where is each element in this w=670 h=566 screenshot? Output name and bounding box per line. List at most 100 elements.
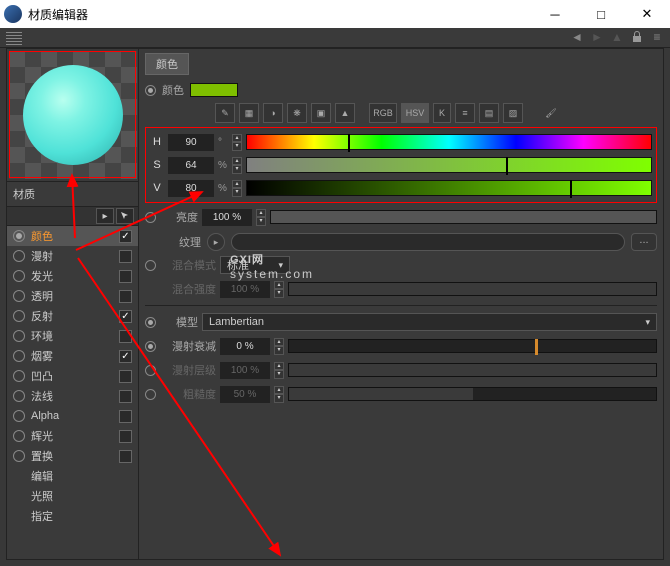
channel-row-10[interactable]: 辉光 bbox=[7, 426, 138, 446]
channel-checkbox[interactable]: ✓ bbox=[119, 310, 132, 323]
channel-radio[interactable] bbox=[13, 330, 25, 342]
brightness-radio[interactable] bbox=[145, 212, 156, 223]
channel-row-3[interactable]: 透明 bbox=[7, 286, 138, 306]
subchannel-row-1[interactable]: 光照 bbox=[7, 486, 138, 506]
channel-label: 环境 bbox=[31, 328, 113, 344]
maximize-button[interactable]: □ bbox=[578, 0, 624, 28]
h-unit: ° bbox=[218, 137, 228, 148]
channel-radio[interactable] bbox=[13, 270, 25, 282]
h-input[interactable] bbox=[168, 134, 214, 151]
channel-row-1[interactable]: 漫射 bbox=[7, 246, 138, 266]
model-dropdown[interactable]: Lambertian▾ bbox=[202, 313, 657, 331]
swatches-icon[interactable]: ▤ bbox=[479, 103, 499, 123]
channel-row-8[interactable]: 法线 bbox=[7, 386, 138, 406]
color-swatch[interactable] bbox=[190, 83, 238, 97]
channel-checkbox[interactable] bbox=[119, 450, 132, 463]
channel-checkbox[interactable]: ✓ bbox=[119, 230, 132, 243]
channel-checkbox[interactable] bbox=[119, 390, 132, 403]
channel-radio[interactable] bbox=[13, 410, 25, 422]
channel-row-6[interactable]: 烟雾✓ bbox=[7, 346, 138, 366]
s-input[interactable] bbox=[168, 157, 214, 174]
s-spinner[interactable]: ▴▾ bbox=[232, 157, 242, 174]
color-enable-radio[interactable] bbox=[145, 85, 156, 96]
subchannel-row-0[interactable]: 编辑 bbox=[7, 466, 138, 486]
falloff-input[interactable] bbox=[220, 338, 270, 355]
falloff-spinner[interactable]: ▴▾ bbox=[274, 338, 284, 355]
channel-checkbox[interactable] bbox=[119, 290, 132, 303]
k-mode-button[interactable]: K bbox=[433, 103, 451, 123]
channel-checkbox[interactable] bbox=[119, 430, 132, 443]
h-spinner[interactable]: ▴▾ bbox=[232, 134, 242, 151]
material-name[interactable]: 材质 bbox=[7, 181, 138, 206]
texture-field[interactable] bbox=[231, 233, 625, 251]
channel-radio[interactable] bbox=[13, 430, 25, 442]
eyedropper-icon[interactable]: ✎ bbox=[215, 103, 235, 123]
channel-row-2[interactable]: 发光 bbox=[7, 266, 138, 286]
grip-icon bbox=[6, 31, 22, 45]
subchannel-row-2[interactable]: 指定 bbox=[7, 506, 138, 526]
prev-arrow-button[interactable]: ▸ bbox=[96, 208, 114, 224]
channel-radio[interactable] bbox=[13, 370, 25, 382]
spectrum-icon[interactable]: ◑ bbox=[263, 103, 283, 123]
channel-row-5[interactable]: 环境 bbox=[7, 326, 138, 346]
falloff-bar[interactable] bbox=[288, 339, 657, 353]
hue-slider[interactable] bbox=[246, 134, 652, 150]
checker-icon[interactable]: ▨ bbox=[503, 103, 523, 123]
nav-up-icon[interactable]: ▲ bbox=[610, 30, 624, 44]
menu-icon[interactable]: ≡ bbox=[650, 30, 664, 44]
channel-radio[interactable] bbox=[13, 390, 25, 402]
material-preview[interactable] bbox=[9, 51, 137, 179]
rgb-mode-button[interactable]: RGB bbox=[369, 103, 397, 123]
channel-list: 颜色✓漫射发光透明反射✓ 环境烟雾✓凹凸法线Alpha辉光置换编辑光照指定 bbox=[7, 226, 138, 559]
channel-checkbox[interactable] bbox=[119, 270, 132, 283]
hsv-block: H ° ▴▾ S % ▴▾ V % ▴▾ bbox=[145, 127, 657, 203]
channel-radio[interactable] bbox=[13, 350, 25, 362]
falloff-radio[interactable] bbox=[145, 341, 156, 352]
channel-radio[interactable] bbox=[13, 290, 25, 302]
blendmode-radio[interactable] bbox=[145, 260, 156, 271]
channel-checkbox[interactable]: ✓ bbox=[119, 350, 132, 363]
nav-back-icon[interactable]: ◄ bbox=[570, 30, 584, 44]
channel-row-11[interactable]: 置换 bbox=[7, 446, 138, 466]
swatch-grid-icon[interactable]: ▦ bbox=[239, 103, 259, 123]
v-input[interactable] bbox=[168, 180, 214, 197]
preview-sphere-icon bbox=[23, 65, 123, 165]
nav-fwd-icon[interactable]: ► bbox=[590, 30, 604, 44]
brush-icon[interactable]: 🖌 bbox=[541, 103, 561, 123]
v-spinner[interactable]: ▴▾ bbox=[232, 180, 242, 197]
loading-icon[interactable]: ❋ bbox=[287, 103, 307, 123]
mixer-icon[interactable]: ≡ bbox=[455, 103, 475, 123]
channel-radio[interactable] bbox=[13, 310, 25, 322]
close-button[interactable]: ✕ bbox=[624, 0, 670, 28]
image-icon[interactable]: ▲ bbox=[335, 103, 355, 123]
channel-radio[interactable] bbox=[13, 450, 25, 462]
blendmode-dropdown[interactable]: 标准▾ bbox=[220, 256, 290, 274]
channel-checkbox[interactable] bbox=[119, 330, 132, 343]
channel-radio[interactable] bbox=[13, 250, 25, 262]
brightness-spinner[interactable]: ▴▾ bbox=[256, 209, 266, 226]
section-tab[interactable]: 颜色 bbox=[145, 53, 189, 75]
channel-checkbox[interactable] bbox=[119, 250, 132, 263]
channel-checkbox[interactable] bbox=[119, 370, 132, 383]
minimize-button[interactable]: ─ bbox=[532, 0, 578, 28]
model-radio[interactable] bbox=[145, 317, 156, 328]
blendstrength-bar bbox=[288, 282, 657, 296]
channel-checkbox[interactable] bbox=[119, 410, 132, 423]
val-slider[interactable] bbox=[246, 180, 652, 196]
brightness-input[interactable] bbox=[202, 209, 252, 226]
roughness-radio[interactable] bbox=[145, 389, 156, 400]
picture-icon[interactable]: ▣ bbox=[311, 103, 331, 123]
picker-button[interactable] bbox=[116, 208, 134, 224]
sat-slider[interactable] bbox=[246, 157, 652, 173]
channel-radio[interactable] bbox=[13, 230, 25, 242]
channel-row-0[interactable]: 颜色✓ bbox=[7, 226, 138, 246]
texture-browse-button[interactable]: ... bbox=[631, 233, 657, 251]
channel-row-9[interactable]: Alpha bbox=[7, 406, 138, 426]
hsv-mode-button[interactable]: HSV bbox=[401, 103, 429, 123]
fallofflevel-radio[interactable] bbox=[145, 365, 156, 376]
brightness-bar[interactable] bbox=[270, 210, 657, 224]
channel-row-4[interactable]: 反射✓ bbox=[7, 306, 138, 326]
channel-row-7[interactable]: 凹凸 bbox=[7, 366, 138, 386]
texture-arrow-button[interactable]: ▸ bbox=[207, 233, 225, 251]
lock-icon[interactable] bbox=[630, 30, 644, 44]
